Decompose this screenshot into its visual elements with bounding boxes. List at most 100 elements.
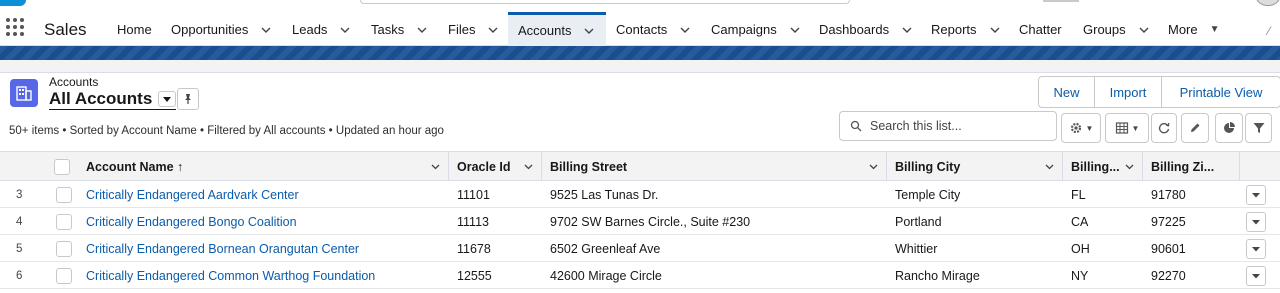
search-icon (850, 120, 862, 132)
chevron-down-icon[interactable] (337, 22, 353, 38)
chevron-down-icon[interactable] (787, 22, 803, 38)
pin-list-button[interactable] (177, 88, 199, 110)
billing-zip-cell: 97225 (1151, 214, 1186, 229)
chevron-down-icon[interactable] (414, 22, 430, 38)
chevron-down-icon[interactable] (1042, 159, 1056, 173)
import-button[interactable]: Import (1095, 77, 1162, 107)
column-header-account-name[interactable]: Account Name ↑ (78, 152, 449, 181)
column-header-billing-street[interactable]: Billing Street (542, 152, 887, 181)
edit-list-button[interactable] (1181, 113, 1209, 143)
account-name-link[interactable]: Critically Endangered Common Warthog Fou… (86, 262, 375, 289)
chevron-down-icon[interactable] (485, 22, 501, 38)
nav-item-label: Files (448, 22, 476, 37)
list-settings-button[interactable]: ▼ (1061, 113, 1101, 143)
nav-overflow-icon[interactable]: ⁄ (1268, 24, 1270, 38)
nav-item-label: Opportunities (171, 22, 249, 37)
chevron-down-icon[interactable] (1122, 159, 1136, 173)
column-header-oracle-id[interactable]: Oracle Id (449, 152, 542, 181)
display-as-button[interactable]: ▼ (1105, 113, 1149, 143)
select-all-checkbox[interactable] (54, 158, 70, 175)
global-nav-bar: Sales Home Opportunities Leads Tasks Fil… (0, 0, 1280, 46)
nav-item-home[interactable]: Home (107, 13, 152, 46)
table-row: 6 Critically Endangered Common Warthog F… (0, 262, 1280, 289)
pin-icon (185, 94, 191, 104)
billing-state-cell: FL (1071, 187, 1086, 202)
refresh-button[interactable] (1151, 113, 1177, 143)
search-input[interactable] (870, 119, 1050, 133)
chevron-down-icon (1252, 247, 1260, 252)
chevron-down-icon (1252, 220, 1260, 225)
column-header-billing-city[interactable]: Billing City (887, 152, 1063, 181)
chevron-down-icon[interactable] (428, 159, 442, 173)
nav-item-opportunities[interactable]: Opportunities (161, 13, 274, 46)
select-all-header (46, 152, 78, 181)
chevron-down-icon[interactable] (866, 159, 880, 173)
nav-item-dashboards[interactable]: Dashboards (809, 13, 915, 46)
list-search[interactable] (839, 111, 1057, 141)
table-row: 4 Critically Endangered Bongo Coalition … (0, 208, 1280, 235)
table-row: 5 Critically Endangered Bornean Oranguta… (0, 235, 1280, 262)
chevron-down-icon (1252, 274, 1260, 279)
nav-item-reports[interactable]: Reports (921, 13, 1003, 46)
column-label: Billing... (1071, 159, 1120, 174)
nav-item-label: Groups (1083, 22, 1126, 37)
filter-button[interactable] (1245, 113, 1272, 143)
account-name-link[interactable]: Critically Endangered Bornean Orangutan … (86, 235, 359, 262)
accounts-object-icon (10, 79, 38, 107)
row-actions-button[interactable] (1246, 212, 1266, 232)
new-button[interactable]: New (1039, 77, 1095, 107)
nav-item-chatter[interactable]: Chatter (1009, 13, 1062, 46)
global-search-edge[interactable] (360, 0, 850, 4)
nav-item-label: Dashboards (819, 22, 890, 37)
account-name-link[interactable]: Critically Endangered Bongo Coalition (86, 208, 297, 235)
pie-chart-icon (1224, 122, 1235, 133)
chevron-down-icon[interactable] (521, 159, 535, 173)
chevron-down-icon[interactable] (581, 23, 597, 39)
chevron-down-icon[interactable] (987, 22, 1003, 38)
object-label: Accounts (49, 75, 99, 89)
account-name-link[interactable]: Critically Endangered Aardvark Center (86, 181, 299, 208)
row-checkbox[interactable] (56, 240, 72, 257)
nav-item-label: Campaigns (711, 22, 777, 37)
nav-item-more[interactable]: More ▼ (1158, 13, 1220, 46)
nav-item-contacts[interactable]: Contacts (606, 13, 693, 46)
nav-item-leads[interactable]: Leads (282, 13, 353, 46)
oracle-id-cell: 11101 (457, 187, 490, 202)
chevron-down-icon (1252, 193, 1260, 198)
chevron-down-icon[interactable] (1136, 22, 1152, 38)
billing-street-cell: 42600 Mirage Circle (550, 268, 662, 283)
table-header: Account Name ↑ Oracle Id Billing Street … (0, 151, 1280, 181)
table-row: 3 Critically Endangered Aardvark Center … (0, 181, 1280, 208)
nav-item-groups[interactable]: Groups (1073, 13, 1152, 46)
nav-item-accounts[interactable]: Accounts (508, 12, 606, 46)
chevron-down-icon[interactable] (258, 22, 274, 38)
caret-down-icon[interactable]: ▼ (1210, 24, 1220, 35)
row-checkbox[interactable] (56, 186, 72, 203)
nav-item-campaigns[interactable]: Campaigns (701, 13, 803, 46)
chevron-down-icon[interactable] (677, 22, 693, 38)
row-actions-button[interactable] (1246, 239, 1266, 259)
nav-item-files[interactable]: Files (438, 13, 501, 46)
row-checkbox[interactable] (56, 213, 72, 230)
column-header-billing-state[interactable]: Billing... (1063, 152, 1143, 181)
chevron-down-icon[interactable] (899, 22, 915, 38)
nav-item-tasks[interactable]: Tasks (361, 13, 430, 46)
row-checkbox[interactable] (56, 267, 72, 284)
column-label: Account Name ↑ (86, 159, 184, 174)
chevron-down-icon[interactable] (158, 90, 177, 107)
brand-logo-peek (0, 0, 26, 6)
charts-button[interactable] (1215, 113, 1243, 143)
row-number: 5 (16, 242, 23, 255)
billing-city-cell: Portland (895, 214, 942, 229)
list-actions: New Import Printable View (1038, 76, 1280, 108)
app-launcher-icon[interactable] (6, 18, 24, 36)
billing-zip-cell: 90601 (1151, 241, 1186, 256)
printable-view-button[interactable]: Printable View (1162, 77, 1280, 107)
list-view-selector[interactable]: All Accounts (49, 88, 177, 110)
nav-item-label: Home (117, 22, 152, 37)
billing-state-cell: NY (1071, 268, 1089, 283)
avatar[interactable] (1256, 0, 1280, 6)
row-actions-button[interactable] (1246, 185, 1266, 205)
row-actions-button[interactable] (1246, 266, 1266, 286)
column-header-billing-zip[interactable]: Billing Zi... (1143, 152, 1240, 181)
